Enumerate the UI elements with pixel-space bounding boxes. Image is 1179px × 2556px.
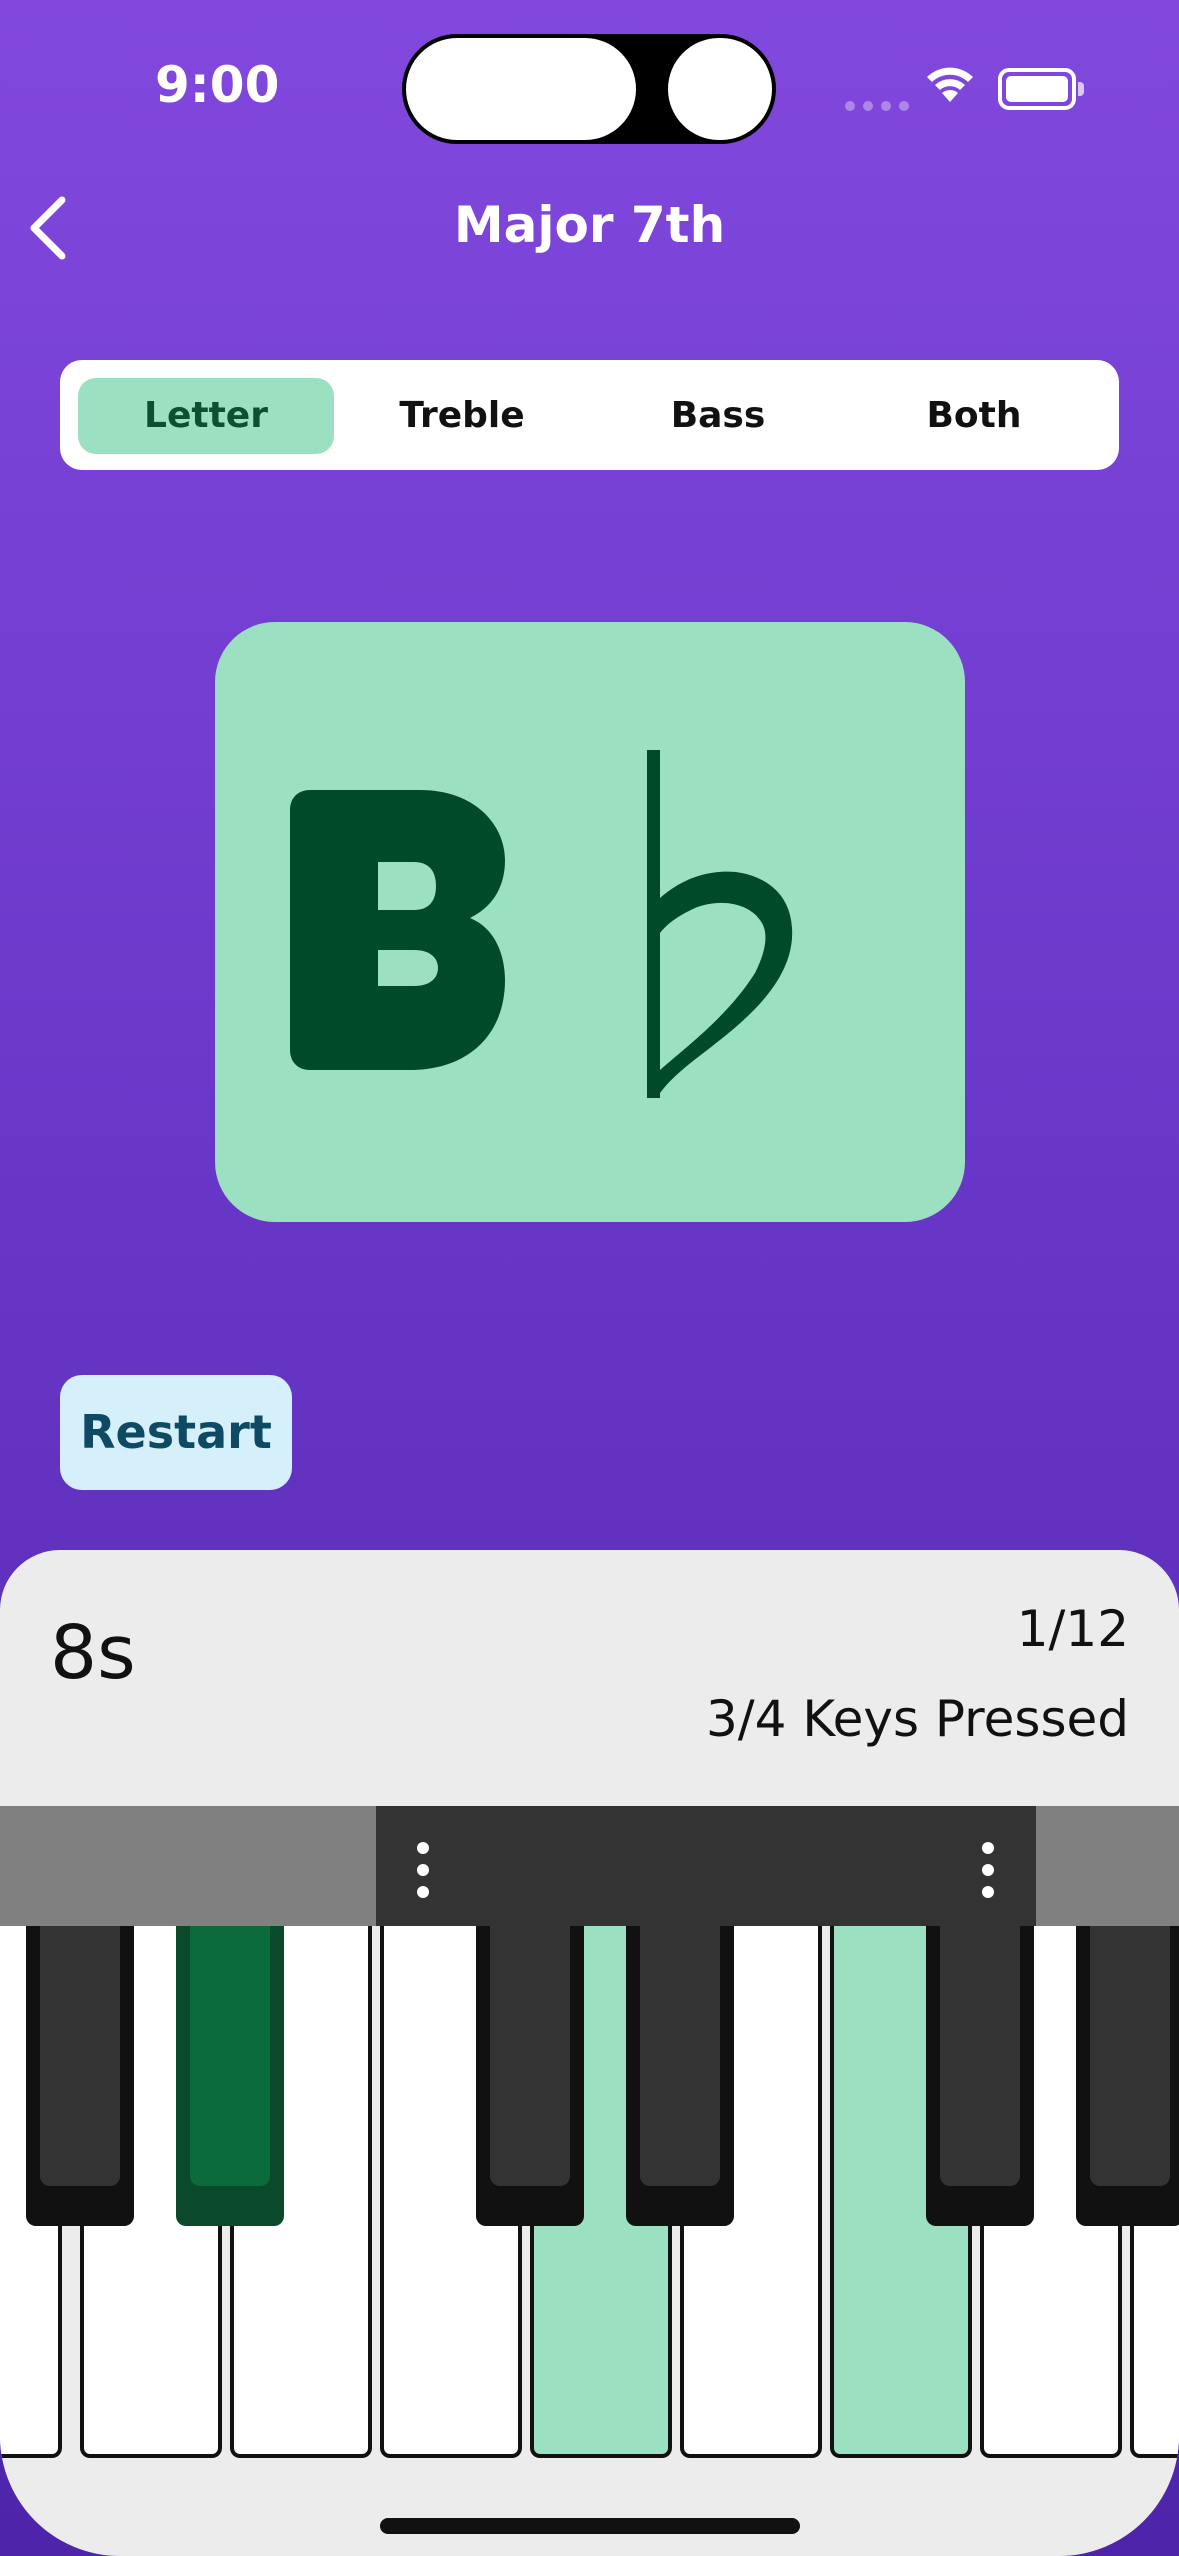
practice-panel: 8s 1/12 3/4 Keys Pressed (0, 1550, 1179, 2556)
home-indicator[interactable] (380, 2518, 800, 2534)
tab-both[interactable]: Both (846, 378, 1102, 454)
drag-handle-right-icon[interactable] (982, 1842, 994, 1908)
tab-letter[interactable]: Letter (78, 378, 334, 454)
piano-keyboard (0, 1926, 1179, 2486)
wifi-icon (927, 67, 973, 102)
black-key[interactable] (26, 1926, 134, 2226)
dynamic-island (402, 34, 776, 144)
signal-dots-icon (845, 96, 917, 115)
battery-icon (998, 68, 1084, 110)
question-progress: 1/12 (1016, 1600, 1129, 1658)
page-title: Major 7th (453, 196, 726, 254)
tab-treble[interactable]: Treble (334, 378, 590, 454)
tab-bass[interactable]: Bass (590, 378, 846, 454)
black-key[interactable] (1076, 1926, 1179, 2226)
black-key-pressed[interactable] (176, 1926, 284, 2226)
app-screen: 9:00 Major 7th Letter Treble Bass Both B… (0, 0, 1179, 2556)
restart-button[interactable]: Restart (60, 1375, 292, 1490)
status-time: 9:00 (155, 56, 280, 114)
black-key[interactable] (626, 1926, 734, 2226)
keys-pressed-status: 3/4 Keys Pressed (705, 1690, 1129, 1748)
elapsed-time: 8s (50, 1610, 136, 1696)
mode-segmented-control: Letter Treble Bass Both (60, 360, 1119, 470)
black-key[interactable] (926, 1926, 1034, 2226)
flat-sign: ♭ (647, 750, 793, 1098)
note-letter: B (290, 790, 505, 1070)
black-key[interactable] (476, 1926, 584, 2226)
keyboard-scroll-window[interactable] (376, 1806, 1036, 1926)
drag-handle-left-icon[interactable] (417, 1842, 429, 1908)
